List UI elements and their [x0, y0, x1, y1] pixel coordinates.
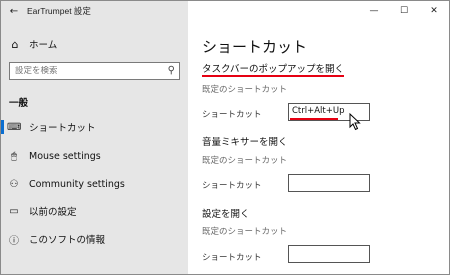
shortcut-field-open-settings[interactable]	[288, 245, 370, 263]
close-button[interactable]: ✕	[419, 1, 449, 21]
shortcut-label: ショートカット	[202, 181, 262, 191]
shortcut-label: ショートカット	[202, 110, 262, 120]
annotation-underline	[290, 118, 338, 120]
section-header-general: 一般	[9, 98, 29, 109]
shortcut-label: ショートカット	[202, 253, 262, 263]
sidebar-item-label: Community settings	[29, 178, 125, 190]
group-title-taskbar-popup: タスクバーのポップアップを開く	[202, 61, 345, 77]
sidebar-item-label: Mouse settings	[29, 150, 101, 162]
default-shortcut-label: 既定のショートカット	[202, 85, 288, 95]
group-title-volume-mixer: 音量ミキサーを開く	[202, 137, 288, 148]
info-icon: ⓘ	[9, 235, 19, 247]
window-controls: — ☐ ✕	[359, 1, 449, 21]
back-arrow-icon: ←	[9, 5, 19, 17]
keyboard-icon: ⌨	[7, 121, 22, 133]
home-icon: ⌂	[11, 37, 19, 51]
sidebar-item-label: ショートカット	[29, 123, 96, 134]
page-title: ショートカット	[202, 38, 308, 56]
sidebar-item-shortcuts[interactable]: ⌨ ショートカット	[1, 116, 188, 138]
sidebar-item-label: 以前の設定	[29, 207, 77, 218]
mouse-icon: 🖱	[11, 150, 17, 162]
search-input[interactable]	[10, 66, 155, 76]
settings-window: ← EarTrumpet 設定 ⌂ ホーム ⚲ 一般 ⌨ ショートカット 🖱 M…	[0, 0, 450, 275]
legacy-settings-icon: ▭	[9, 205, 19, 217]
sidebar-item-community-settings[interactable]: ⚇ Community settings	[1, 173, 188, 195]
back-button[interactable]: ←	[1, 1, 27, 21]
default-shortcut-label: 既定のショートカット	[202, 227, 288, 237]
shortcut-field-volume-mixer[interactable]	[288, 174, 370, 192]
sidebar: ← EarTrumpet 設定 ⌂ ホーム ⚲ 一般 ⌨ ショートカット 🖱 M…	[1, 1, 188, 274]
home-label: ホーム	[29, 40, 58, 51]
group-title-open-settings: 設定を開く	[202, 209, 250, 220]
search-box[interactable]: ⚲	[9, 62, 180, 80]
sidebar-item-mouse-settings[interactable]: 🖱 Mouse settings	[1, 145, 188, 167]
minimize-button[interactable]: —	[359, 1, 389, 21]
search-icon[interactable]: ⚲	[168, 65, 175, 76]
title-bar: ← EarTrumpet 設定	[1, 1, 188, 21]
app-title: EarTrumpet 設定	[27, 6, 91, 16]
sidebar-item-about[interactable]: ⓘ このソフトの情報	[1, 228, 188, 250]
people-icon: ⚇	[9, 178, 19, 190]
sidebar-item-legacy-settings[interactable]: ▭ 以前の設定	[1, 200, 188, 222]
maximize-button[interactable]: ☐	[389, 1, 419, 21]
sidebar-item-label: このソフトの情報	[29, 235, 106, 246]
main-content: — ☐ ✕ ショートカット タスクバーのポップアップを開く 既定のショートカット…	[188, 1, 449, 274]
mouse-cursor-icon	[349, 113, 361, 131]
default-shortcut-label: 既定のショートカット	[202, 156, 288, 166]
home-link[interactable]: ⌂ ホーム	[9, 37, 58, 52]
